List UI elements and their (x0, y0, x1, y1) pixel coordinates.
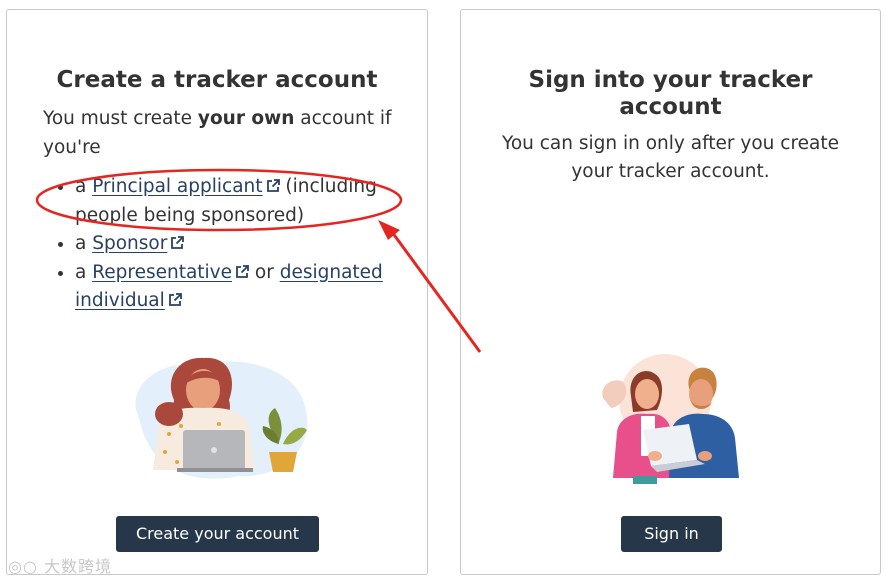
sign-in-intro: You can sign in only after you create yo… (501, 133, 839, 182)
sponsor-link[interactable]: Sponsor (92, 233, 167, 254)
sign-in-card: Sign into your tracker account You can s… (460, 9, 881, 575)
external-link-icon (236, 264, 249, 278)
list-item: a Principal applicant (including people … (75, 173, 403, 230)
representative-link[interactable]: Representative (92, 262, 232, 283)
external-link-icon (171, 236, 185, 249)
external-link-icon (266, 179, 280, 192)
intro-emphasis: your own (197, 108, 295, 129)
sign-in-button[interactable]: Sign in (621, 516, 722, 552)
role-list: a Principal applicant (including people … (45, 173, 403, 316)
create-account-card: Create a tracker account You must create… (6, 9, 428, 575)
couple-with-laptop-illustration (602, 354, 739, 484)
create-account-button[interactable]: Create your account (116, 516, 319, 552)
watermark-logo-icon: ◎○ (8, 557, 38, 576)
principal-applicant-link[interactable]: Principal applicant (92, 176, 262, 197)
sign-in-title: Sign into your tracker account (528, 67, 813, 120)
create-account-intro: You must create your own account if you'… (43, 108, 392, 158)
list-item: a Representative or designated individua… (75, 259, 403, 316)
external-link-icon (168, 293, 182, 306)
list-item: a Sponsor (75, 230, 403, 259)
create-account-title: Create a tracker account (56, 67, 378, 93)
woman-with-laptop-illustration (135, 357, 308, 479)
watermark: ◎○ 大数跨境 (8, 557, 113, 576)
